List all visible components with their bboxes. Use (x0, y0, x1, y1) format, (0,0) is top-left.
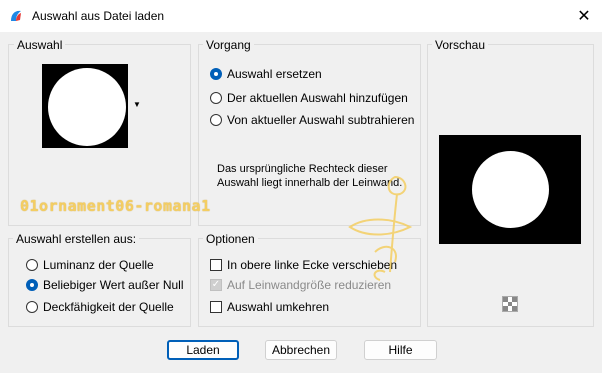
laden-button[interactable]: Laden (167, 340, 239, 360)
checkbox-checked-icon: ✓ (210, 279, 222, 291)
radio-luminanz[interactable]: Luminanz der Quelle (26, 256, 154, 274)
paintshop-app-icon (11, 10, 21, 21)
selection-thumbnail-dropdown[interactable] (42, 64, 128, 148)
checkbox-icon[interactable] (210, 259, 222, 271)
checkbox-label: Auswahl umkehren (227, 300, 330, 314)
vorgang-group-title: Vorgang (203, 38, 254, 52)
radio-icon[interactable] (210, 92, 222, 104)
checkbox-icon[interactable] (210, 301, 222, 313)
radio-icon[interactable] (26, 301, 38, 313)
watermark-text: 01ornament06-romana1 (20, 197, 211, 215)
thumbnail-circle (48, 68, 126, 146)
window-title: Auswahl aus Datei laden (32, 9, 165, 23)
radio-selected-icon[interactable] (26, 279, 38, 291)
radio-label: Von aktueller Auswahl subtrahieren (227, 113, 415, 127)
radio-auswahl-hinzufuegen[interactable]: Der aktuellen Auswahl hinzufügen (210, 89, 408, 107)
auswahl-group-title: Auswahl (14, 38, 66, 52)
radio-selected-icon[interactable] (210, 68, 222, 80)
radio-label: Deckfähigkeit der Quelle (43, 300, 174, 314)
radio-icon[interactable] (210, 114, 222, 126)
radio-beliebiger-wert[interactable]: Beliebiger Wert außer Null (26, 276, 184, 294)
watermark-ornament-logo (348, 175, 413, 281)
radio-label: Luminanz der Quelle (43, 258, 154, 272)
radio-label: Auswahl ersetzen (227, 67, 322, 81)
vorschau-group-title: Vorschau (432, 38, 489, 52)
radio-icon[interactable] (26, 259, 38, 271)
close-icon[interactable]: ✕ (566, 0, 602, 32)
erstellen-group-title: Auswahl erstellen aus: (13, 232, 140, 246)
radio-label: Der aktuellen Auswahl hinzufügen (227, 91, 408, 105)
radio-deckfaehigkeit[interactable]: Deckfähigkeit der Quelle (26, 298, 174, 316)
radio-auswahl-subtrahieren[interactable]: Von aktueller Auswahl subtrahieren (210, 111, 414, 129)
radio-auswahl-ersetzen[interactable]: Auswahl ersetzen (210, 65, 322, 83)
hilfe-button[interactable]: Hilfe (364, 340, 437, 360)
optionen-group-title: Optionen (203, 232, 258, 246)
checkbox-auswahl-umkehren[interactable]: Auswahl umkehren (210, 298, 329, 316)
transparency-toggle-icon[interactable] (502, 296, 518, 312)
title-bar: Auswahl aus Datei laden ✕ (0, 0, 602, 32)
preview-image (439, 135, 581, 244)
radio-label: Beliebiger Wert außer Null (43, 278, 184, 292)
abbrechen-button[interactable]: Abbrechen (265, 340, 337, 360)
dropdown-arrow-icon[interactable]: ▼ (133, 100, 141, 109)
preview-circle (472, 151, 549, 228)
